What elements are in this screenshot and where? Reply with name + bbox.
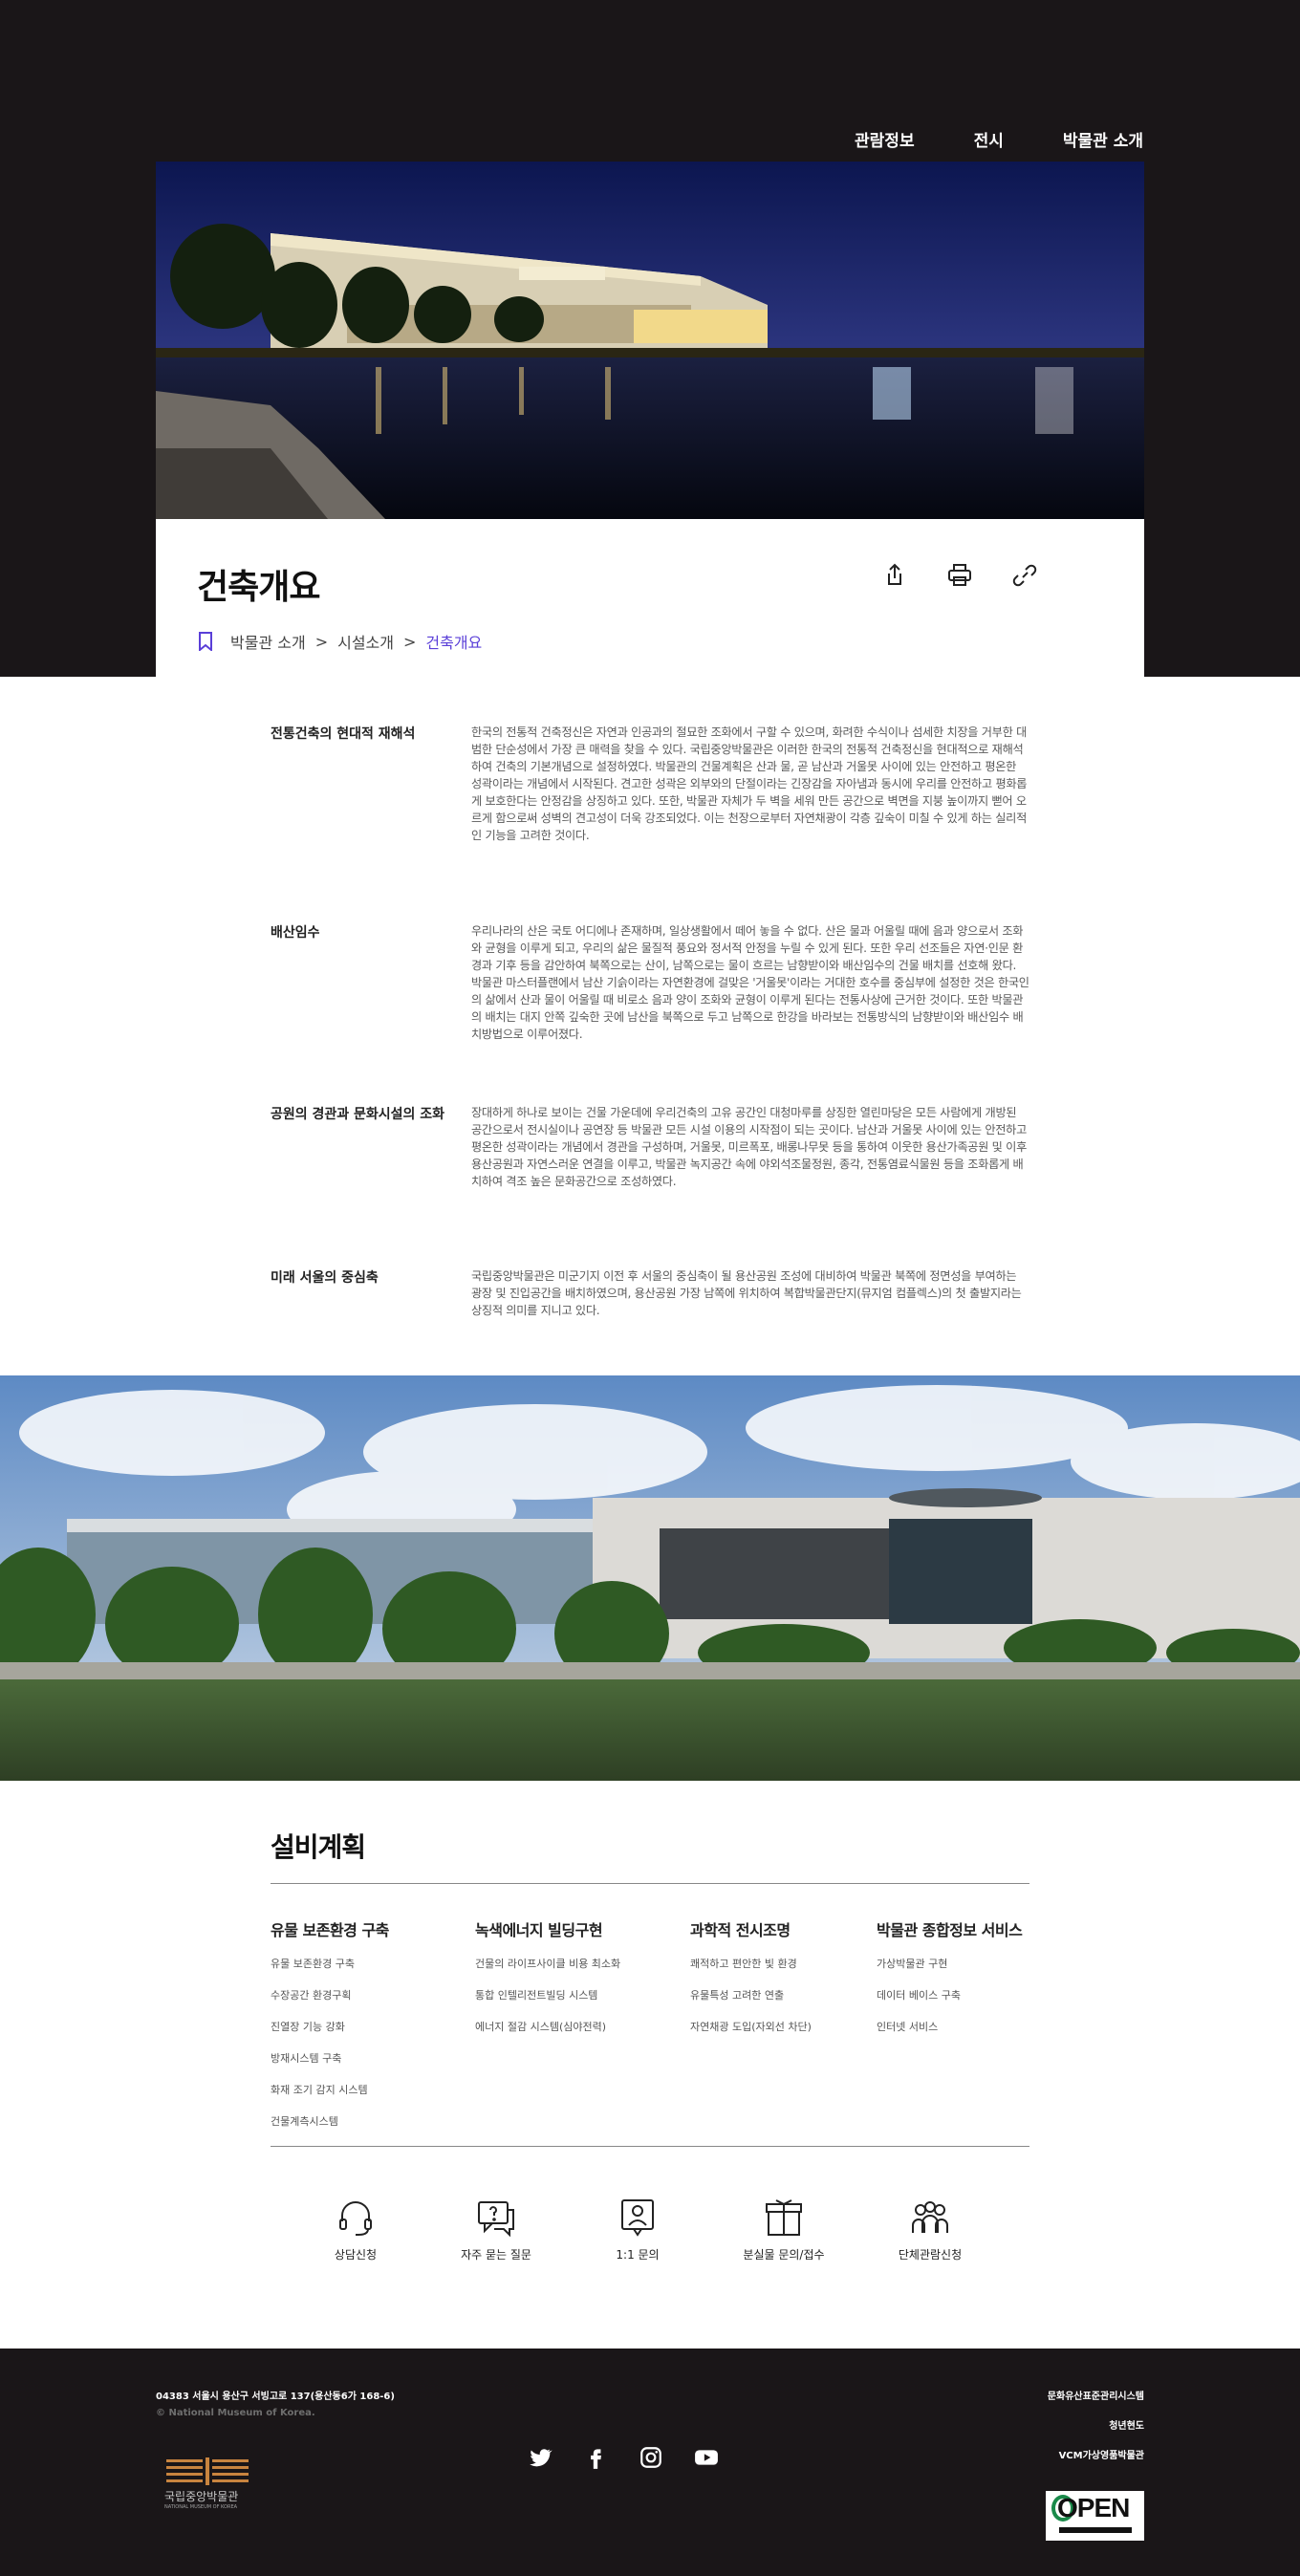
hero-image-museum-night [156,162,1144,519]
box-icon [763,2197,805,2239]
facilities-title: 설비계획 [271,1831,366,1863]
divider [271,2146,1029,2147]
page-tools [880,561,1039,590]
list-item: 건물의 라이프사이클 비용 최소화 [475,1958,621,1970]
section-body: 한국의 전통적 건축정신은 자연과 인공과의 절묘한 조화에서 구할 수 있으며… [471,725,1028,842]
service-label: 상담신청 [334,2248,378,2262]
breadcrumb-current: 건축개요 [425,634,483,652]
list-item: 가상박물관 구현 [877,1958,948,1970]
social-links [527,2444,720,2471]
share-icon[interactable] [880,561,909,590]
column-title: 박물관 종합정보 서비스 [877,1921,1023,1939]
museum-logo[interactable]: 국립중앙박물관 NATIONAL MUSEUM OF KOREA [164,2457,256,2517]
service-label: 1:1 문의 [616,2248,660,2262]
footer-address: 04383 서울시 용산구 서빙고로 137(용산동6가 168-6) [156,2392,395,2402]
open-badge-text: OPEN [1057,2493,1130,2522]
faq-icon [475,2197,517,2239]
list-item: 유물 보존환경 구축 [271,1958,355,1970]
service-consultation[interactable]: 상담신청 [293,2197,418,2262]
facilities-column-green-energy: 녹색에너지 빌딩구현 건물의 라이프사이클 비용 최소화 통합 인텔리전트빌딩 … [475,1917,620,2050]
print-icon[interactable] [945,561,974,590]
list-item: 에너지 절감 시스템(심야전력) [475,2021,607,2033]
instagram-icon[interactable] [638,2444,664,2471]
service-label: 분실물 문의/접수 [743,2248,825,2262]
facilities-column-preservation: 유물 보존환경 구축 유물 보존환경 구축 수장공간 환경구획 진열장 기능 강… [271,1917,389,2145]
logo-subtext: NATIONAL MUSEUM OF KOREA [164,2504,238,2510]
list-item: 자연채광 도입(자외선 차단) [690,2021,812,2033]
title-card: 건축개요 박물관 소개 > 시설소개 > 건축개요 [156,519,1144,677]
service-label: 자주 묻는 질문 [461,2248,531,2262]
open-badge[interactable]: OPEN [1046,2491,1144,2541]
twitter-icon[interactable] [527,2444,553,2471]
footer: 04383 서울시 용산구 서빙고로 137(용산동6가 168-6) © Na… [0,2349,1300,2576]
page-title: 건축개요 [197,568,320,607]
footer-link-heritage-system[interactable]: 문화유산표준관리시스템 [1048,2388,1144,2402]
nav-item-exhibition[interactable]: 전시 [974,127,1004,151]
footer-link-vcm[interactable]: VCM가상영품박물관 [1048,2447,1144,2461]
list-item: 통합 인텔리전트빌딩 시스템 [475,1989,598,2002]
footer-link-youth[interactable]: 청년현도 [1048,2417,1144,2432]
column-title: 녹색에너지 빌딩구현 [475,1921,603,1939]
list-item: 데이터 베이스 구축 [877,1989,961,2002]
breadcrumb: 박물관 소개 > 시설소개 > 건축개요 [198,630,482,653]
nav-item-visit-info[interactable]: 관람정보 [855,127,915,151]
breadcrumb-separator: > [402,632,417,651]
footer-links: 문화유산표준관리시스템 청년현도 VCM가상영품박물관 [1048,2388,1144,2477]
facilities-column-info-service: 박물관 종합정보 서비스 가상박물관 구현 데이터 베이스 구축 인터넷 서비스 [877,1917,1023,2050]
service-one-on-one[interactable]: 1:1 문의 [575,2197,700,2262]
section-heading: 배산임수 [271,925,320,941]
list-item: 건물계측시스템 [271,2115,338,2128]
breadcrumb-item-facilities[interactable]: 시설소개 [337,630,394,653]
divider [271,1883,1029,1884]
facebook-icon[interactable] [582,2444,609,2471]
service-group-visit[interactable]: 단체관람신청 [868,2197,992,2262]
service-faq[interactable]: 자주 묻는 질문 [434,2197,558,2262]
footer-copyright: © National Museum of Korea. [156,2408,315,2418]
service-label: 단체관람신청 [898,2248,963,2262]
facilities-column-lighting: 과학적 전시조명 쾌적하고 편안한 빛 환경 유물특성 고려한 연출 자연채광 … [690,1917,812,2050]
list-item: 유물특성 고려한 연출 [690,1989,785,2002]
list-item: 쾌적하고 편안한 빛 환경 [690,1958,797,1970]
list-item: 인터넷 서비스 [877,2021,939,2033]
list-item: 수장공간 환경구획 [271,1989,352,2002]
header-band: 관람정보 전시 박물관 소개 건축개요 박물관 소개 > 시설소개 > 건축개요 [0,0,1300,677]
section-heading: 미래 서울의 중심축 [271,1270,379,1286]
person-inquiry-icon [617,2197,659,2239]
museum-day-photo [0,1375,1300,1781]
list-item: 진열장 기능 강화 [271,2021,345,2033]
breadcrumb-item-about[interactable]: 박물관 소개 [230,630,306,653]
section-heading: 공원의 경관과 문화시설의 조화 [271,1107,445,1122]
youtube-icon[interactable] [693,2444,720,2471]
section-heading: 전통건축의 현대적 재해석 [271,726,416,742]
column-title: 과학적 전시조명 [690,1921,791,1939]
nav-item-about[interactable]: 박물관 소개 [1063,127,1143,151]
open-badge-bar [1059,2527,1132,2533]
list-item: 방재시스템 구축 [271,2052,342,2065]
column-title: 유물 보존환경 구축 [271,1921,389,1939]
headset-icon [335,2197,377,2239]
list-item: 화재 조기 감지 시스템 [271,2084,368,2096]
section-body: 국립중앙박물관은 미군기지 이전 후 서울의 중심축이 될 용산공원 조성에 대… [471,1269,1022,1317]
bookmark-icon [199,632,212,651]
group-icon [909,2197,951,2239]
breadcrumb-separator: > [314,632,329,651]
section-body: 장대하게 하나로 보이는 건물 가운데에 우리건축의 고유 공간인 대청마루를 … [471,1106,1027,1188]
top-nav: 관람정보 전시 박물관 소개 [855,127,1143,151]
section-body: 우리나라의 산은 국토 어디에나 존재하며, 일상생활에서 떼어 놓을 수 없다… [471,924,1029,1041]
link-icon[interactable] [1010,561,1039,590]
logo-text: 국립중앙박물관 [164,2490,239,2503]
service-lost-found[interactable]: 분실물 문의/접수 [722,2197,846,2262]
